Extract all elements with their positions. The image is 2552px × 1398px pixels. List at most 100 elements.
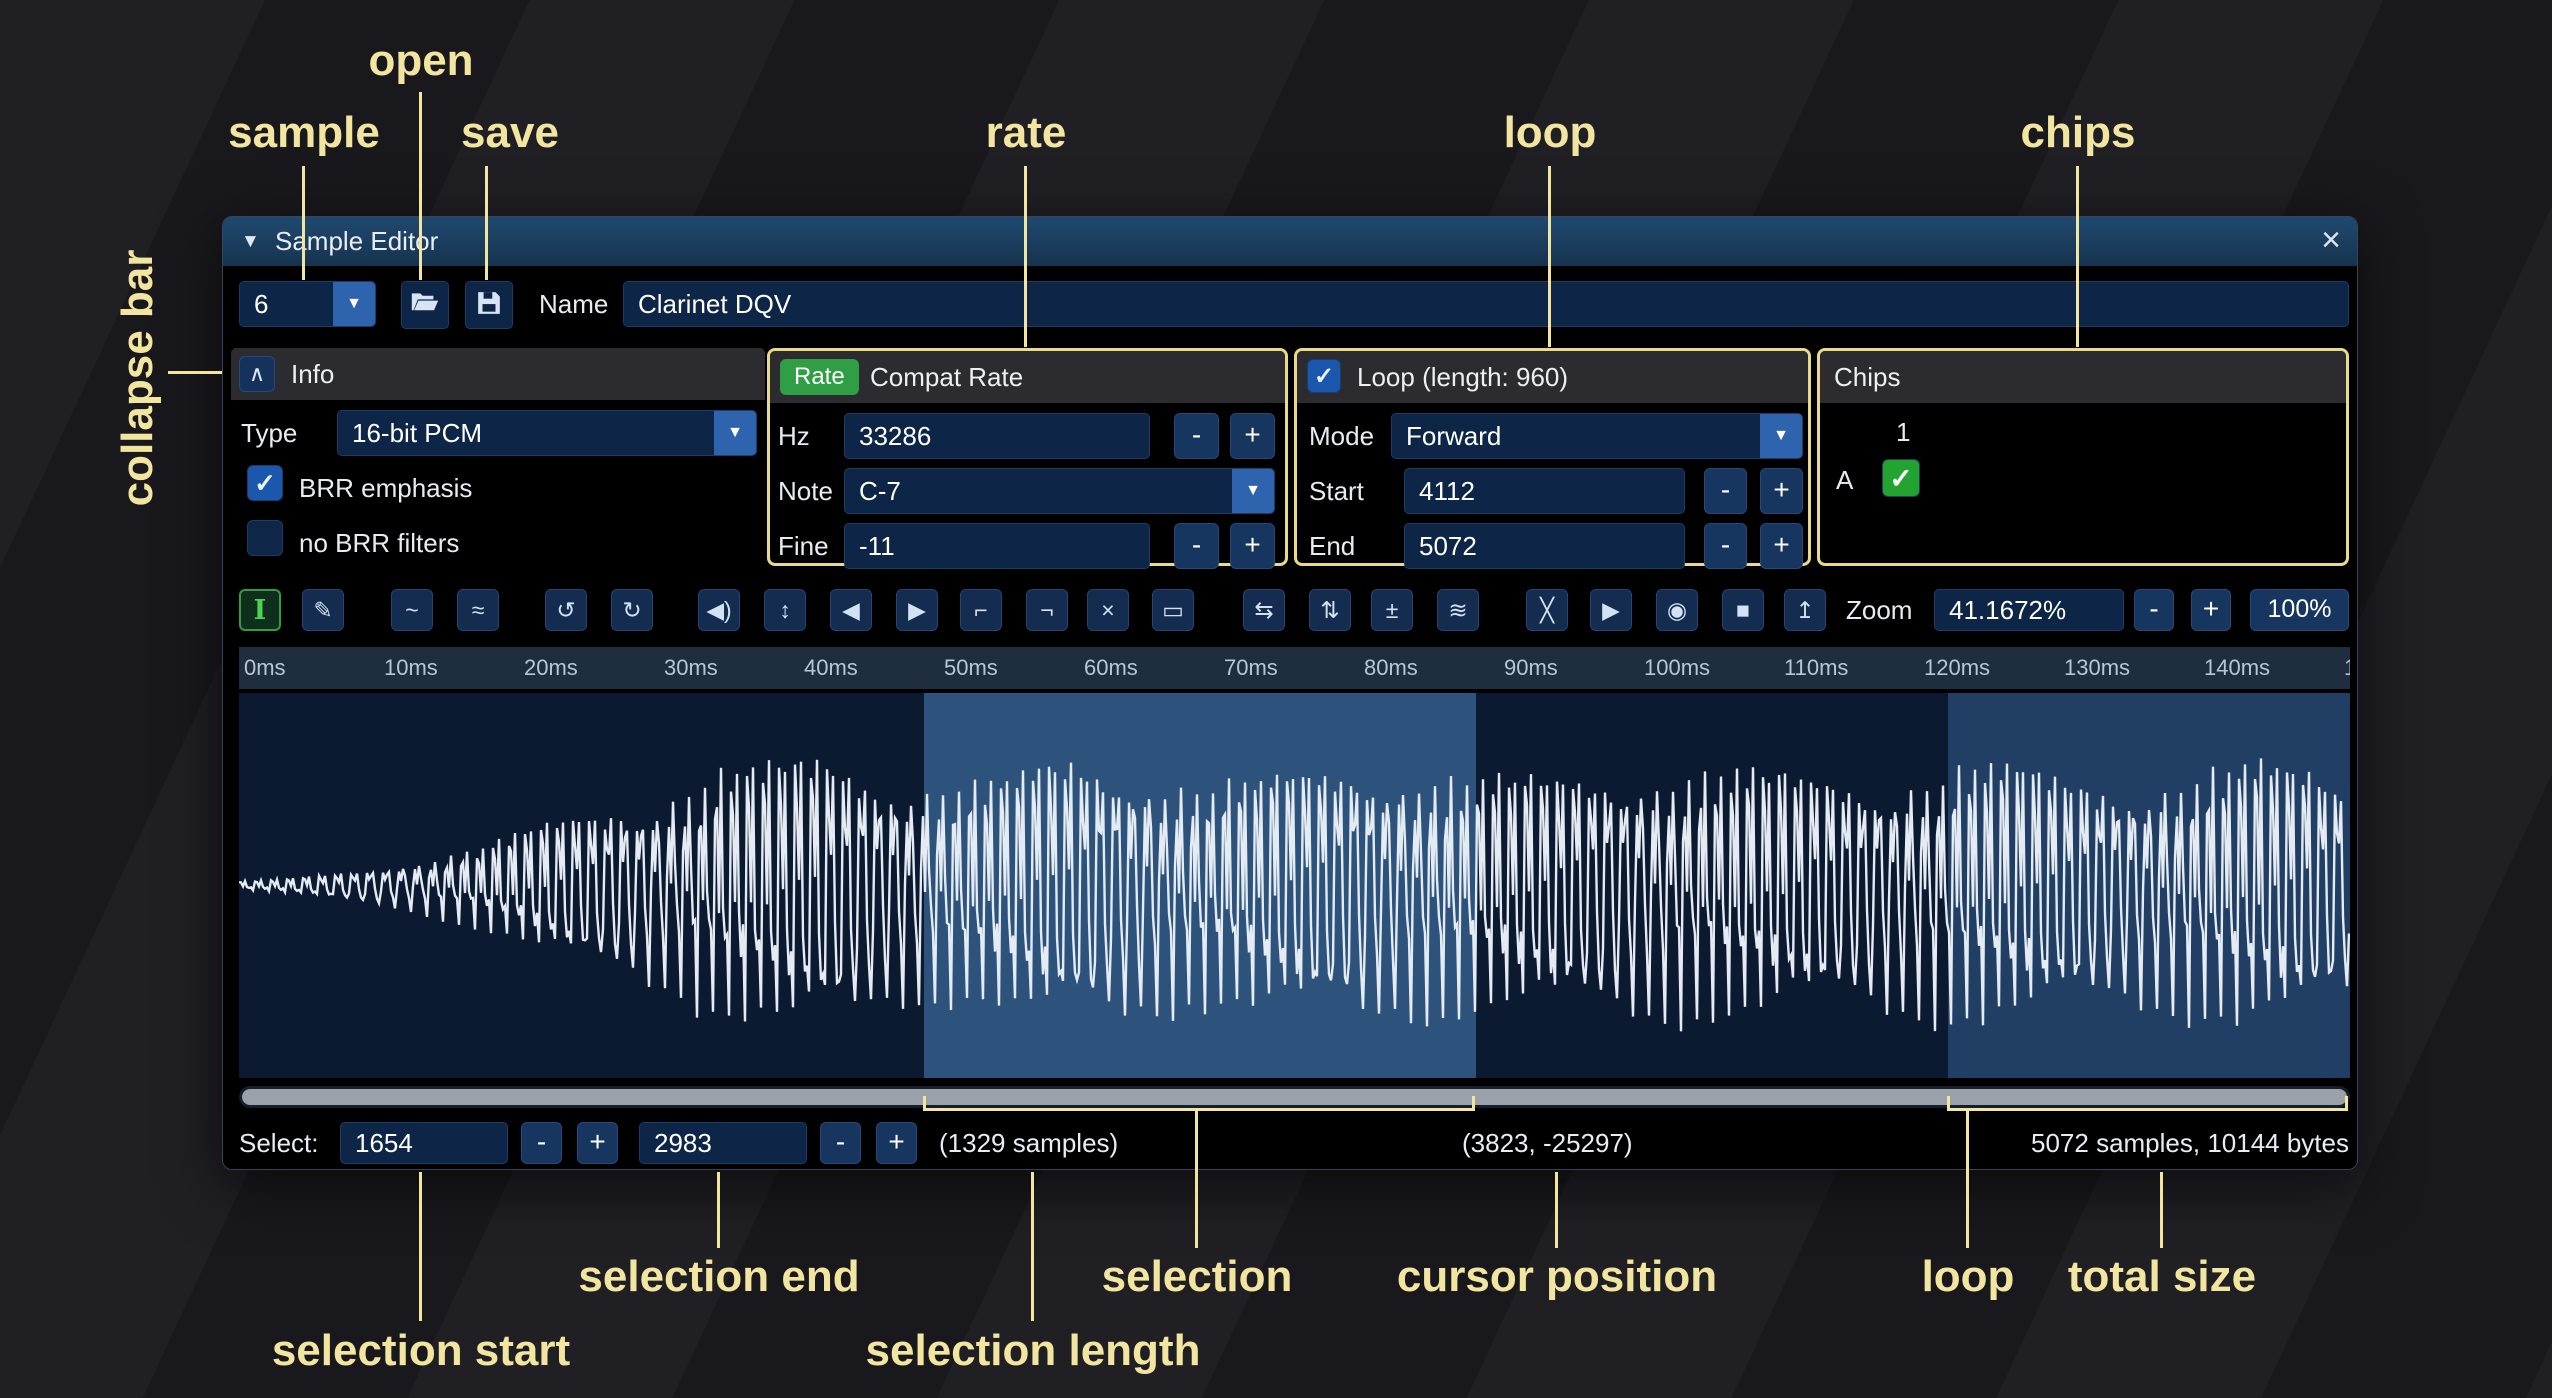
no-brr-filters-checkbox[interactable] bbox=[247, 520, 283, 556]
trim-button[interactable]: ▭ bbox=[1152, 589, 1194, 631]
signed-unsigned-button[interactable]: ± bbox=[1371, 589, 1413, 631]
waveform-scrollbar[interactable] bbox=[239, 1086, 2350, 1108]
play-button[interactable]: ◉ bbox=[1656, 589, 1698, 631]
fine-input[interactable]: -11 bbox=[844, 523, 1150, 569]
selection-start-plus-button[interactable]: + bbox=[577, 1122, 618, 1164]
annotation-total-size: total size bbox=[2068, 1252, 2256, 1302]
reverse-button[interactable]: ⇆ bbox=[1243, 589, 1285, 631]
loop-mode-dropdown[interactable]: Forward ▼ bbox=[1391, 413, 1803, 459]
window-collapse-icon[interactable]: ▼ bbox=[241, 217, 260, 266]
ruler-label: 60ms bbox=[1084, 647, 1138, 689]
collapse-bar-button[interactable]: ∧ bbox=[239, 356, 275, 392]
scrollbar-thumb[interactable] bbox=[242, 1089, 2347, 1105]
annotation-rate: rate bbox=[986, 108, 1067, 158]
loop-mode-label: Mode bbox=[1309, 413, 1374, 459]
annotation-selection: selection bbox=[1102, 1252, 1293, 1302]
zoom-in-button[interactable]: + bbox=[2191, 589, 2231, 631]
info-panel-title: Info bbox=[291, 348, 334, 400]
play-icon: ◉ bbox=[1667, 599, 1687, 622]
page-background: ▼ Sample Editor × 6 ▼ Name Clarinet DQV … bbox=[0, 0, 2552, 1398]
no-brr-filters-label: no BRR filters bbox=[299, 520, 459, 566]
timeline-ruler[interactable]: 0ms10ms20ms30ms40ms50ms60ms70ms80ms90ms1… bbox=[239, 647, 2350, 689]
hz-minus-button[interactable]: - bbox=[1174, 413, 1219, 459]
save-button[interactable] bbox=[465, 281, 513, 329]
preview-button[interactable]: ▶ bbox=[1590, 589, 1632, 631]
import-button[interactable]: ↥ bbox=[1784, 589, 1826, 631]
selection-end-input[interactable]: 2983 bbox=[639, 1122, 807, 1164]
loop-mode-value: Forward bbox=[1406, 414, 1501, 458]
name-label: Name bbox=[539, 281, 608, 327]
selection-bracket bbox=[923, 1108, 1475, 1111]
fine-minus-button[interactable]: - bbox=[1174, 523, 1219, 569]
zoom-out-button[interactable]: - bbox=[2134, 589, 2174, 631]
apply-silence-button[interactable]: ¬ bbox=[1026, 589, 1068, 631]
chips-column-header: 1 bbox=[1896, 409, 1910, 455]
fade-in-button[interactable]: ◀ bbox=[830, 589, 872, 631]
open-button[interactable] bbox=[401, 281, 449, 329]
hz-input[interactable]: 33286 bbox=[844, 413, 1150, 459]
redo-button[interactable]: ↻ bbox=[611, 589, 653, 631]
hz-plus-button[interactable]: + bbox=[1230, 413, 1275, 459]
zoom-input[interactable]: 41.1672% bbox=[1934, 589, 2124, 631]
total-size-text: 5072 samples, 10144 bytes bbox=[2031, 1117, 2349, 1169]
insert-silence-button[interactable]: ⌐ bbox=[960, 589, 1002, 631]
loop-end-minus-button[interactable]: - bbox=[1704, 523, 1747, 569]
brr-emphasis-checkbox[interactable]: ✓ bbox=[247, 465, 283, 501]
selection-end-plus-button[interactable]: + bbox=[876, 1122, 917, 1164]
loop-start-minus-button[interactable]: - bbox=[1704, 468, 1747, 514]
close-icon[interactable]: × bbox=[2321, 217, 2341, 263]
waveform-area[interactable] bbox=[239, 693, 2350, 1078]
sample-selector-value: 6 bbox=[254, 282, 268, 326]
stop-button[interactable]: ■ bbox=[1722, 589, 1764, 631]
ruler-label: 80ms bbox=[1364, 647, 1418, 689]
type-dropdown[interactable]: 16-bit PCM ▼ bbox=[337, 410, 757, 456]
info-panel: ∧ Info Type 16-bit PCM ▼ ✓ BRR emphasis … bbox=[231, 348, 765, 566]
annotation-line bbox=[2076, 166, 2079, 347]
name-input[interactable]: Clarinet DQV bbox=[623, 281, 2349, 327]
select-label: Select: bbox=[239, 1117, 319, 1169]
ruler-label: 130ms bbox=[2064, 647, 2130, 689]
invert-button[interactable]: ⇅ bbox=[1309, 589, 1351, 631]
resample-button[interactable]: ~ bbox=[391, 589, 433, 631]
annotation-line bbox=[168, 371, 222, 374]
undo-button[interactable]: ↺ bbox=[545, 589, 587, 631]
titlebar[interactable]: ▼ Sample Editor × bbox=[223, 217, 2357, 266]
loop-end-input[interactable]: 5072 bbox=[1404, 523, 1685, 569]
type-value: 16-bit PCM bbox=[352, 411, 482, 455]
fade-out-button[interactable]: ▶ bbox=[896, 589, 938, 631]
apply-filter-button[interactable]: ≋ bbox=[1437, 589, 1479, 631]
crossfade-loop-button[interactable]: ╳ bbox=[1526, 589, 1568, 631]
amplify-icon: ◀) bbox=[706, 599, 731, 622]
create-wavetable-button[interactable]: ≈ bbox=[457, 589, 499, 631]
ruler-label: 10ms bbox=[384, 647, 438, 689]
fine-plus-button[interactable]: + bbox=[1230, 523, 1275, 569]
fine-label: Fine bbox=[778, 523, 829, 569]
annotation-line bbox=[1031, 1172, 1034, 1321]
selection-start-minus-button[interactable]: - bbox=[521, 1122, 562, 1164]
draw-mode-button[interactable]: ✎ bbox=[302, 589, 344, 631]
rate-panel: Rate Compat Rate Hz 33286 - + Note C-7 ▼… bbox=[767, 348, 1288, 566]
loop-checkbox[interactable]: ✓ bbox=[1307, 359, 1341, 393]
edit-mode-button[interactable]: I bbox=[239, 589, 281, 631]
reset-zoom-button[interactable]: 100% bbox=[2250, 589, 2349, 631]
annotation-selection-start: selection start bbox=[272, 1326, 570, 1376]
type-label: Type bbox=[241, 410, 297, 456]
chip-enable-checkbox[interactable]: ✓ bbox=[1882, 459, 1920, 497]
note-label: Note bbox=[778, 468, 833, 514]
cursor-position-text: (3823, -25297) bbox=[1462, 1117, 1633, 1169]
normalize-button[interactable]: ↕ bbox=[764, 589, 806, 631]
ruler-label: 120ms bbox=[1924, 647, 1990, 689]
loop-start-input[interactable]: 4112 bbox=[1404, 468, 1685, 514]
selection-end-minus-button[interactable]: - bbox=[820, 1122, 861, 1164]
delete-button[interactable]: × bbox=[1087, 589, 1129, 631]
loop-end-label: End bbox=[1309, 523, 1355, 569]
loop-start-plus-button[interactable]: + bbox=[1760, 468, 1803, 514]
annotation-sample: sample bbox=[228, 108, 380, 158]
amplify-button[interactable]: ◀) bbox=[698, 589, 740, 631]
trim-icon: ▭ bbox=[1162, 599, 1184, 622]
loop-end-plus-button[interactable]: + bbox=[1760, 523, 1803, 569]
note-dropdown[interactable]: C-7 ▼ bbox=[844, 468, 1275, 514]
selection-start-input[interactable]: 1654 bbox=[340, 1122, 508, 1164]
sample-selector[interactable]: 6 ▼ bbox=[239, 281, 376, 327]
open-folder-icon bbox=[410, 291, 440, 320]
